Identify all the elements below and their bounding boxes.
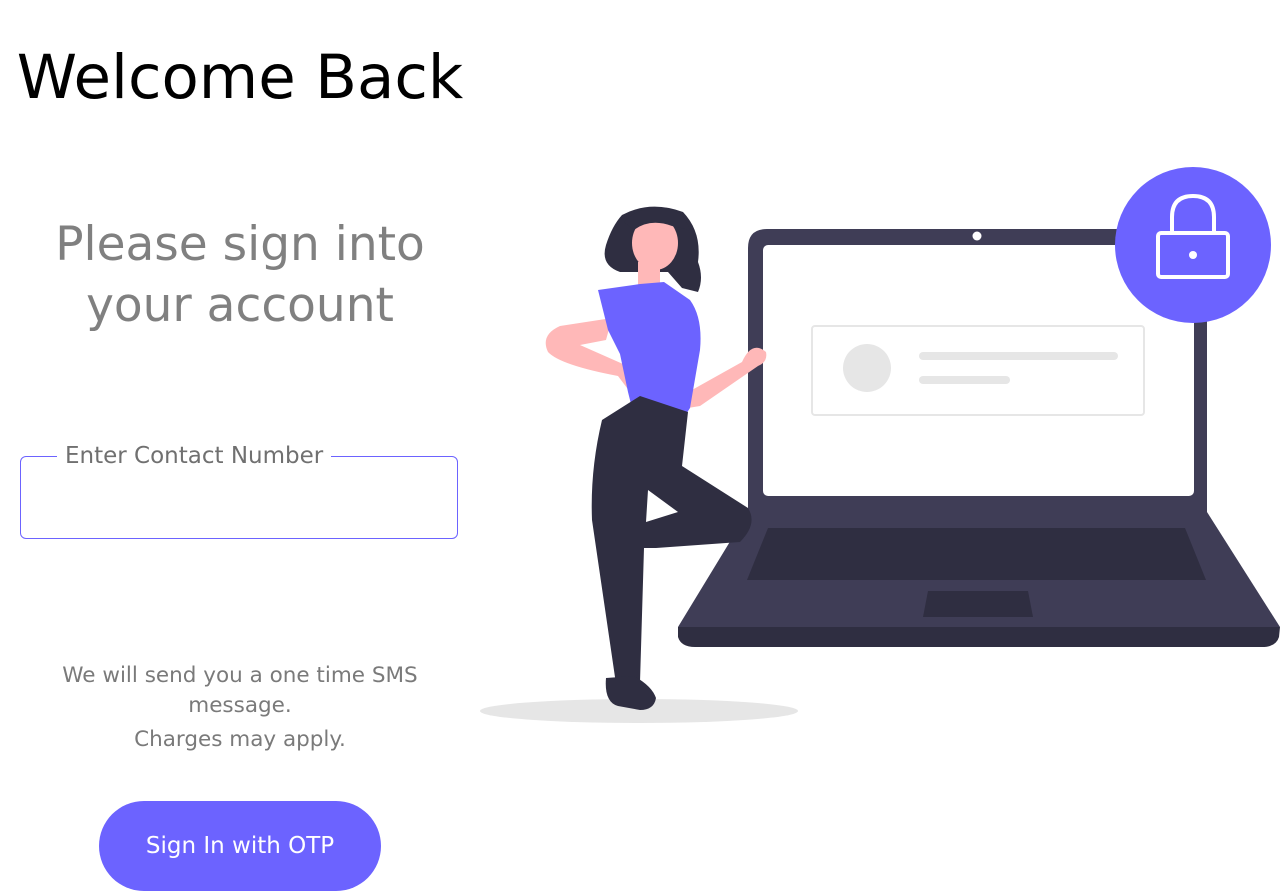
sign-in-otp-button[interactable]: Sign In with OTP bbox=[99, 801, 381, 891]
contact-number-input[interactable] bbox=[35, 479, 445, 521]
login-panel: Welcome Back Please sign into your accou… bbox=[0, 0, 480, 896]
sms-notice: We will send you a one time SMS message.… bbox=[20, 661, 460, 755]
sign-in-subtitle: Please sign into your account bbox=[55, 217, 425, 333]
contact-number-field[interactable]: Enter Contact Number bbox=[20, 442, 458, 539]
lock-badge bbox=[1115, 167, 1271, 323]
sms-notice-line2: Charges may apply. bbox=[134, 727, 346, 752]
welcome-title: Welcome Back bbox=[16, 42, 464, 113]
sms-notice-line1: We will send you a one time SMS message. bbox=[62, 663, 418, 718]
contact-number-label: Enter Contact Number bbox=[57, 442, 332, 470]
login-illustration bbox=[480, 167, 1280, 723]
login-page: Welcome Back Please sign into your accou… bbox=[0, 0, 1280, 896]
